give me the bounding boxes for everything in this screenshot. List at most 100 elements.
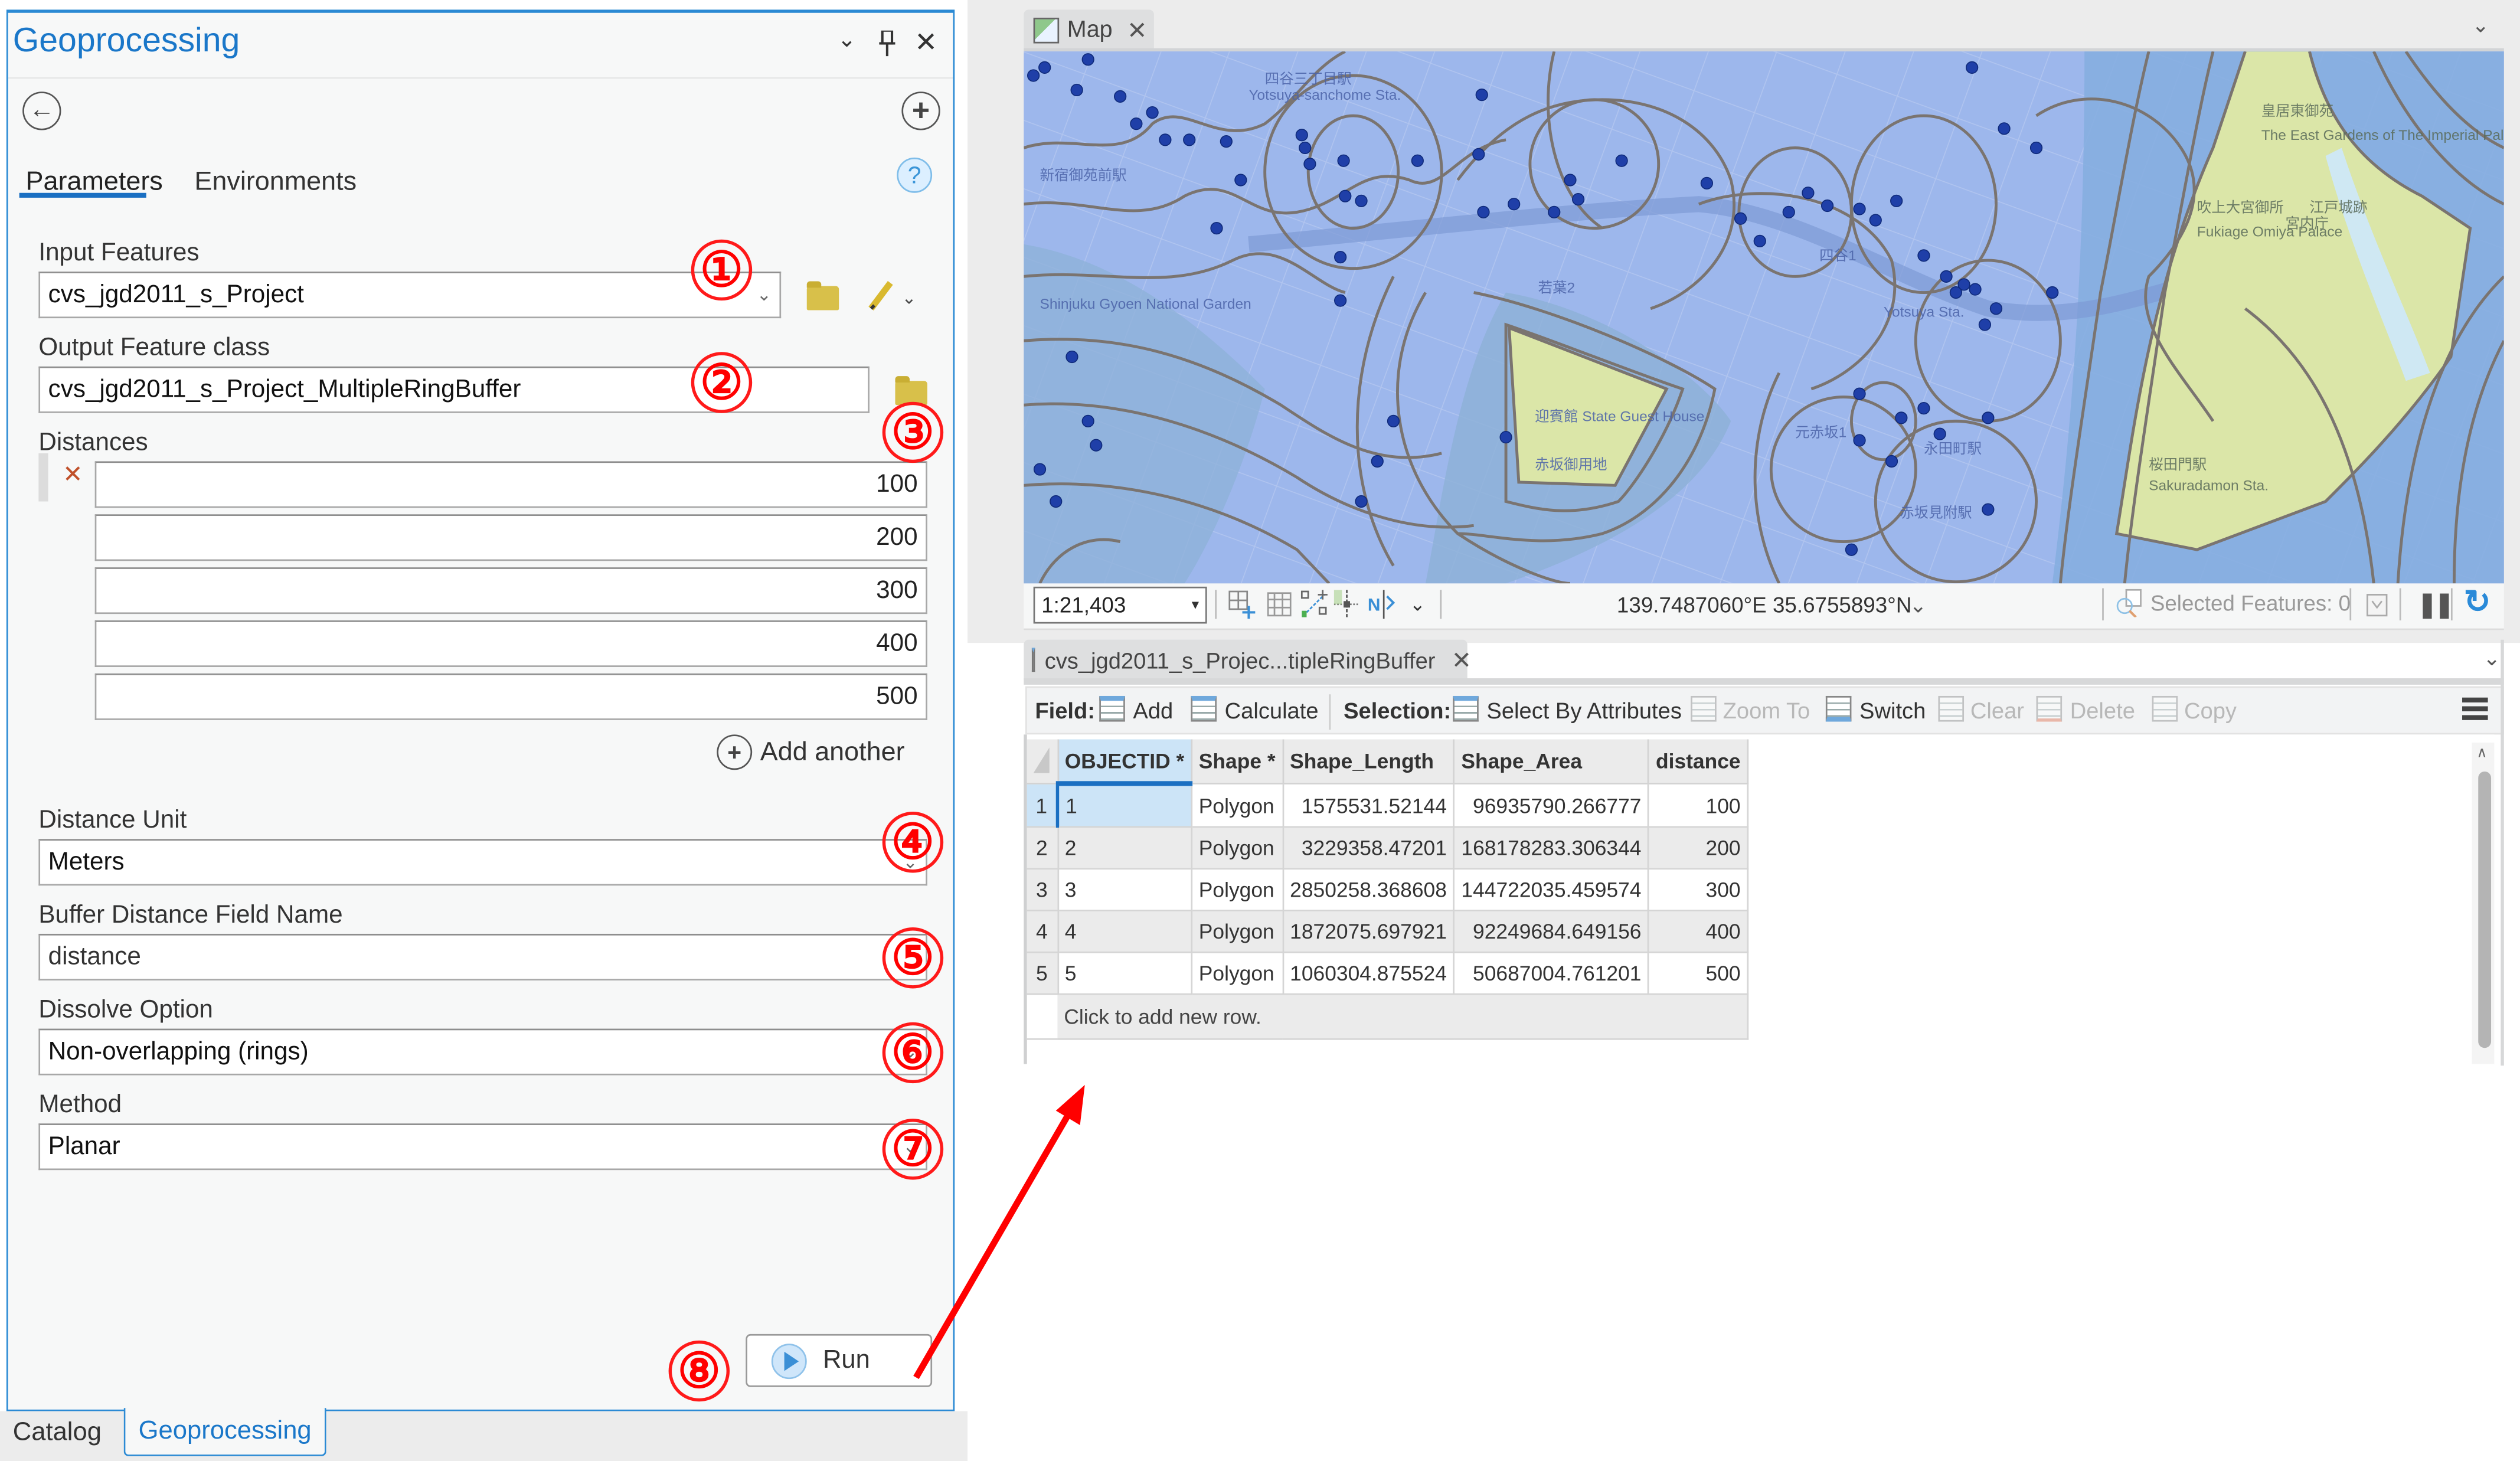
delete-selection-button[interactable]: Delete <box>2070 698 2135 724</box>
add-new-row-prompt[interactable]: Click to add new row. <box>1057 994 1749 1040</box>
column-header-shape-area[interactable]: Shape_Area <box>1454 739 1650 785</box>
point-feature <box>1210 222 1223 235</box>
cell-shape-area[interactable]: 50687004.761201 <box>1454 952 1650 995</box>
cell-shape-length[interactable]: 1872075.697921 <box>1282 910 1455 953</box>
distance-value-input[interactable]: 400 <box>94 620 927 667</box>
add-row[interactable]: Click to add new row. <box>1027 994 1749 1040</box>
cell-distance[interactable]: 200 <box>1648 826 1749 870</box>
remove-distance-icon[interactable]: ✕ <box>63 460 83 488</box>
scroll-up-icon[interactable]: ∧ <box>2477 744 2488 762</box>
refresh-icon[interactable]: ↻ <box>2464 582 2491 622</box>
cell-shape[interactable]: Polygon <box>1191 868 1284 911</box>
map-canvas[interactable]: 四谷三丁目駅 Yotsuya-sanchome Sta. Shinjuku Gyoe… <box>1024 51 2504 584</box>
distance-value-input[interactable]: 100 <box>94 461 927 508</box>
selected-features-button[interactable]: Selected Features: 0 <box>2115 589 2351 617</box>
cell-objectid[interactable]: 1 <box>1057 783 1192 828</box>
column-header-shape-length[interactable]: Shape_Length <box>1282 739 1455 785</box>
pin-icon[interactable] <box>879 29 895 57</box>
cell-shape-length[interactable]: 3229358.47201 <box>1282 826 1455 870</box>
tab-attribute-table[interactable]: cvs_jgd2011_s_Projec...tipleRingBuffer ✕ <box>1024 639 1472 680</box>
input-features-dropdown[interactable]: cvs_jgd2011_s_Project ⌄ <box>38 272 782 319</box>
row-number[interactable]: 3 <box>1027 868 1058 911</box>
cell-shape[interactable]: Polygon <box>1191 826 1284 870</box>
panel-options-chevron-icon[interactable]: ⌄ <box>2472 13 2489 39</box>
clear-selection-icon[interactable] <box>2366 591 2388 625</box>
close-tab-icon[interactable]: ✕ <box>1452 645 1472 674</box>
table-row[interactable]: 4 4 Polygon 1872075.697921 92249684.649156 40… <box>1027 910 1749 953</box>
cell-distance[interactable]: 300 <box>1648 868 1749 911</box>
help-icon[interactable]: ? <box>897 157 933 193</box>
cell-shape-area[interactable]: 92249684.649156 <box>1454 910 1650 953</box>
scrollbar-thumb[interactable] <box>2478 771 2492 1048</box>
column-header-objectid[interactable]: OBJECTID * <box>1057 739 1192 786</box>
clear-selection-button[interactable]: Clear <box>1970 698 2024 724</box>
add-grid-icon[interactable] <box>1228 590 1257 619</box>
map-scale-dropdown[interactable]: 1:21,403 ▾ <box>1033 586 1207 624</box>
dissolve-option-dropdown[interactable]: Non-overlapping (rings) ⌄ <box>38 1028 927 1076</box>
distance-value-input[interactable]: 200 <box>94 514 927 561</box>
zoom-to-button[interactable]: Zoom To <box>1723 698 1810 724</box>
copy-selection-button[interactable]: Copy <box>2184 698 2237 724</box>
row-number[interactable]: 1 <box>1027 783 1060 828</box>
add-tool-icon[interactable]: + <box>901 91 940 130</box>
grid-icon[interactable] <box>1266 590 1292 619</box>
select-all-corner[interactable] <box>1027 739 1058 785</box>
cell-distance[interactable]: 400 <box>1648 910 1749 953</box>
cell-objectid[interactable]: 2 <box>1057 826 1192 870</box>
constraints-icon[interactable] <box>1333 590 1360 619</box>
add-field-button[interactable]: Add <box>1133 698 1173 724</box>
cell-distance[interactable]: 100 <box>1648 783 1749 828</box>
buffer-distance-field-input[interactable]: distance <box>38 933 927 980</box>
close-tab-icon[interactable]: ✕ <box>1127 15 1147 44</box>
method-dropdown[interactable]: Planar ⌄ <box>38 1123 927 1171</box>
cell-shape[interactable]: Polygon <box>1191 910 1284 953</box>
panel-options-chevron-icon[interactable]: ⌄ <box>2483 646 2501 672</box>
cell-shape[interactable]: Polygon <box>1191 783 1284 828</box>
table-options-menu-icon[interactable] <box>2462 697 2488 720</box>
north-arrow-icon[interactable]: N <box>1368 590 1400 619</box>
switch-selection-button[interactable]: Switch <box>1859 698 1926 724</box>
table-row[interactable]: 2 2 Polygon 3229358.47201 168178283.306344 20… <box>1027 826 1749 870</box>
column-header-distance[interactable]: distance <box>1648 739 1749 785</box>
distance-unit-dropdown[interactable]: Meters ⌄ <box>38 839 927 886</box>
run-button[interactable]: Run <box>746 1333 933 1387</box>
table-row[interactable]: 1 1 Polygon 1575531.52144 96935790.266777 100 <box>1027 783 1749 828</box>
select-by-attributes-button[interactable]: Select By Attributes <box>1486 698 1682 724</box>
row-drag-handle[interactable] <box>38 453 48 502</box>
distance-value-input[interactable]: 300 <box>94 567 927 615</box>
input-features-label: Input Features <box>38 239 200 267</box>
calculate-field-button[interactable]: Calculate <box>1225 698 1319 724</box>
pause-drawing-icon[interactable]: ❚❚ <box>2417 590 2454 619</box>
close-pane-icon[interactable]: ✕ <box>914 27 937 59</box>
coordinate-format-chevron-icon[interactable]: ⌄ <box>1909 593 1927 619</box>
cell-objectid[interactable]: 5 <box>1057 952 1192 995</box>
tab-catalog[interactable]: Catalog <box>13 1419 102 1448</box>
chevron-down-icon[interactable]: ⌄ <box>1410 590 1426 619</box>
row-number[interactable]: 5 <box>1027 952 1058 995</box>
cell-objectid[interactable]: 4 <box>1057 910 1192 953</box>
row-number[interactable]: 2 <box>1027 826 1058 870</box>
table-row[interactable]: 5 5 Polygon 1060304.875524 50687004.761201 50… <box>1027 952 1749 995</box>
tab-environments[interactable]: Environments <box>194 167 357 198</box>
row-number[interactable]: 4 <box>1027 910 1058 953</box>
cell-shape-length[interactable]: 1060304.875524 <box>1282 952 1455 995</box>
cell-shape[interactable]: Polygon <box>1191 952 1284 995</box>
snapping-icon[interactable] <box>1300 590 1329 619</box>
distance-value-input[interactable]: 500 <box>94 673 927 720</box>
add-another-button[interactable]: + Add another <box>717 734 905 770</box>
point-feature <box>1065 350 1078 364</box>
cell-shape-length[interactable]: 2850258.368608 <box>1282 868 1455 911</box>
table-row[interactable]: 3 3 Polygon 2850258.368608 144722035.459574 3… <box>1027 868 1749 911</box>
cell-objectid[interactable]: 3 <box>1057 868 1192 911</box>
cell-shape-area[interactable]: 144722035.459574 <box>1454 868 1650 911</box>
column-header-shape[interactable]: Shape * <box>1191 739 1284 785</box>
cell-distance[interactable]: 500 <box>1648 952 1749 995</box>
cell-shape-area[interactable]: 96935790.266777 <box>1454 783 1650 828</box>
tab-geoprocessing[interactable]: Geoprocessing <box>123 1408 326 1456</box>
cell-shape-area[interactable]: 168178283.306344 <box>1454 826 1650 870</box>
cell-shape-length[interactable]: 1575531.52144 <box>1282 783 1455 828</box>
pane-options-chevron-icon[interactable]: ⌄ <box>837 26 856 53</box>
browse-folder-icon[interactable] <box>806 281 839 310</box>
pencil-sketch-icon[interactable]: ⌄ <box>866 278 916 322</box>
tab-map[interactable]: Map ✕ <box>1024 9 1154 50</box>
